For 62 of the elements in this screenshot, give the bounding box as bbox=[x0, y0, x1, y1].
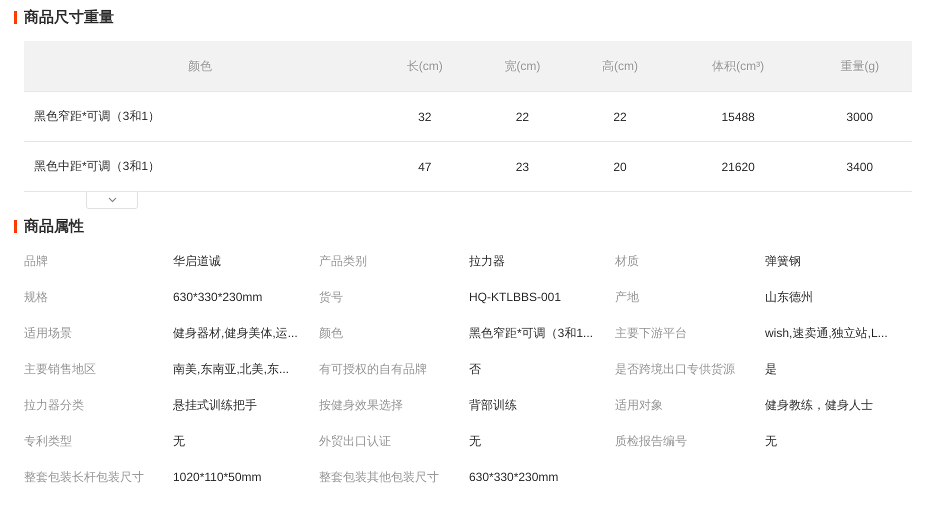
column-header: 体积(cm³) bbox=[668, 41, 808, 92]
attribute-value: wish,速卖通,独立站,L... bbox=[765, 326, 888, 340]
attribute-value: 无 bbox=[765, 434, 777, 448]
expand-button[interactable] bbox=[86, 192, 138, 209]
table-cell: 22 bbox=[474, 92, 572, 142]
attribute-label: 整套包装长杆包装尺寸 bbox=[24, 470, 144, 484]
attribute-value: 弹簧钢 bbox=[765, 254, 801, 268]
attribute-label: 有可授权的自有品牌 bbox=[319, 362, 427, 376]
table-cell: 47 bbox=[376, 142, 474, 192]
table-cell: 黑色中距*可调（3和1） bbox=[24, 142, 376, 192]
column-header: 重量(g) bbox=[808, 41, 912, 92]
attribute-value: 悬挂式训练把手 bbox=[173, 398, 257, 412]
attribute-value: 黑色窄距*可调（3和1... bbox=[469, 326, 594, 340]
attribute-value: 是 bbox=[765, 362, 777, 376]
table-cell: 15488 bbox=[668, 92, 808, 142]
chevron-icon bbox=[108, 197, 116, 203]
attribute-value: 背部训练 bbox=[469, 398, 517, 412]
table-cell: 3000 bbox=[808, 92, 912, 142]
attribute-label: 主要下游平台 bbox=[615, 326, 687, 340]
attribute-label: 品牌 bbox=[24, 254, 48, 268]
attribute-label: 产地 bbox=[615, 290, 639, 304]
section-title: 商品尺寸重量 bbox=[24, 8, 114, 26]
attribute-value: 华启道诚 bbox=[173, 254, 221, 268]
attribute-label: 适用对象 bbox=[615, 398, 663, 412]
attribute-label: 产品类别 bbox=[319, 254, 367, 268]
attribute-label: 按健身效果选择 bbox=[319, 398, 403, 412]
table-cell: 黑色窄距*可调（3和1） bbox=[24, 92, 376, 142]
attribute-value: 南美,东南亚,北美,东... bbox=[173, 362, 290, 376]
attribute-value: 否 bbox=[469, 362, 481, 376]
attribute-label: 规格 bbox=[24, 290, 48, 304]
attribute-value: 拉力器 bbox=[469, 254, 505, 268]
table-cell: 23 bbox=[474, 142, 572, 192]
attribute-value: 健身教练，健身人士 bbox=[765, 398, 873, 412]
section-title: 商品属性 bbox=[24, 216, 84, 236]
table-cell: 20 bbox=[571, 142, 669, 192]
attribute-value: HQ-KTLBBS-001 bbox=[469, 290, 562, 304]
attribute-label: 拉力器分类 bbox=[24, 398, 84, 412]
table-cell: 22 bbox=[571, 92, 669, 142]
attribute-label: 适用场景 bbox=[24, 326, 72, 340]
attribute-value: 健身器材,健身美体,运... bbox=[173, 326, 298, 340]
attribute-label: 是否跨境出口专供货源 bbox=[615, 362, 735, 376]
column-header: 长(cm) bbox=[376, 41, 474, 92]
attribute-label: 专利类型 bbox=[24, 434, 72, 448]
column-header: 宽(cm) bbox=[474, 41, 572, 92]
attribute-label: 整套包装其他包装尺寸 bbox=[319, 470, 439, 484]
attribute-value: 1020*110*50mm bbox=[173, 470, 262, 484]
column-header: 颜色 bbox=[24, 41, 376, 92]
table-cell: 32 bbox=[376, 92, 474, 142]
attribute-label: 质检报告编号 bbox=[615, 434, 687, 448]
attribute-value: 630*330*230mm bbox=[469, 470, 558, 484]
table-cell: 21620 bbox=[668, 142, 808, 192]
attribute-label: 主要销售地区 bbox=[24, 362, 96, 376]
attribute-value: 无 bbox=[173, 434, 185, 448]
attribute-label: 货号 bbox=[319, 290, 343, 304]
attribute-label: 外贸出口认证 bbox=[319, 434, 391, 448]
attribute-label: 颜色 bbox=[319, 326, 343, 340]
attribute-value: 山东德州 bbox=[765, 290, 813, 304]
table-cell: 3400 bbox=[808, 142, 912, 192]
attribute-label: 材质 bbox=[615, 254, 639, 268]
attribute-value: 无 bbox=[469, 434, 481, 448]
column-header: 高(cm) bbox=[571, 41, 669, 92]
attribute-value: 630*330*230mm bbox=[173, 290, 262, 304]
